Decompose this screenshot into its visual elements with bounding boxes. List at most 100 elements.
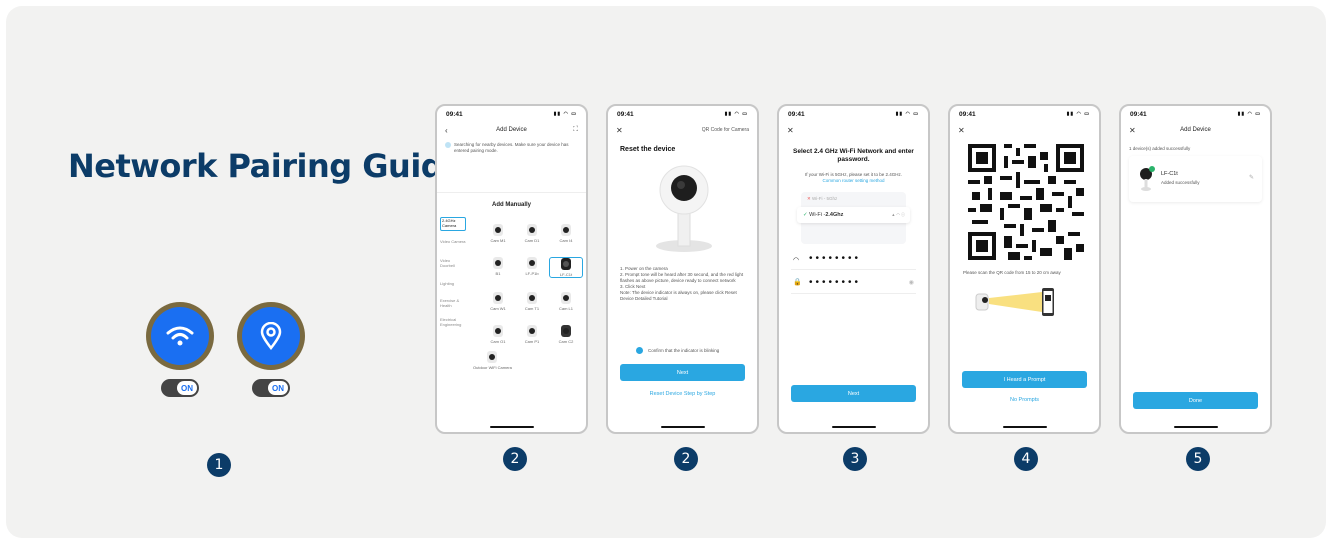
- device-status: Added successfully: [1161, 180, 1200, 185]
- step-badge: 4: [1014, 447, 1038, 471]
- location-toggle[interactable]: ON: [252, 379, 290, 397]
- nav-title: Add Device: [496, 127, 527, 133]
- confirm-label: Confirm that the indicator is blinking: [648, 348, 720, 353]
- eye-icon[interactable]: ◉: [909, 279, 914, 286]
- camera-icon: [1140, 166, 1155, 191]
- nav-bar: ✕ Add Device: [1121, 122, 1270, 138]
- phone-reset-device: 09:41 ▮▮ ◠ ▭ ✕ QR Code for Camera Reset t…: [606, 104, 759, 434]
- edit-icon[interactable]: ✎: [1249, 174, 1254, 181]
- camera-icon: [492, 292, 504, 306]
- add-manually-heading: Add Manually: [491, 202, 531, 208]
- camera-icon: [486, 351, 498, 365]
- camera-illustration: [656, 165, 712, 252]
- no-prompt-link[interactable]: No Prompts: [950, 397, 1099, 403]
- device-grid: Cam M1 Cam D1 Cam I4 B1 LF-P1b LF-C1t Ca…: [481, 224, 583, 344]
- category-tab[interactable]: Video Doorbell: [440, 258, 466, 269]
- close-icon[interactable]: ✕: [1129, 126, 1136, 135]
- next-button[interactable]: Next: [620, 364, 745, 381]
- camera-icon: [526, 257, 538, 271]
- divider: [437, 192, 586, 193]
- camera-icon: [492, 257, 504, 271]
- nav-bar: ✕: [950, 122, 1099, 138]
- scan-icon[interactable]: ⛶: [573, 126, 578, 134]
- close-icon[interactable]: ✕: [787, 126, 794, 135]
- reset-heading: Reset the device: [620, 146, 676, 153]
- device-item[interactable]: Cam D1: [515, 224, 549, 243]
- password-field[interactable]: ••••••••: [809, 277, 861, 288]
- qr-code-icon: [968, 144, 1084, 260]
- device-item[interactable]: Cam T1: [515, 292, 549, 311]
- nav-bar: ‹ Add Device ⛶: [437, 122, 586, 138]
- wifi-info-icon: ▲ ◠ ⓘ: [891, 212, 905, 217]
- device-item[interactable]: Cam I4: [549, 224, 583, 243]
- search-status-icon: [445, 142, 451, 148]
- location-toggle-label: ON: [268, 381, 288, 395]
- camera-icon: [560, 325, 572, 339]
- close-icon[interactable]: ✕: [616, 126, 623, 135]
- location-pin-icon: [260, 322, 282, 350]
- device-item[interactable]: B1: [481, 257, 515, 278]
- router-setting-link[interactable]: Common router setting method: [779, 178, 928, 183]
- device-item[interactable]: LF-P1b: [515, 257, 549, 278]
- wifi-toggle[interactable]: ON: [161, 379, 199, 397]
- reset-steps: 1. Power on the camera 2. Prompt tone wil…: [620, 266, 744, 302]
- lock-icon: 🔒: [793, 279, 802, 286]
- wifi-5g-row[interactable]: ✕ Wi-Fi - 5Ghz: [807, 196, 837, 202]
- category-tab[interactable]: Lighting: [440, 281, 466, 287]
- device-item-selected[interactable]: LF-C1t: [549, 257, 583, 278]
- category-tab[interactable]: Video Camera: [440, 239, 466, 245]
- divider: [791, 293, 916, 294]
- back-icon[interactable]: ‹: [445, 126, 448, 135]
- signal-icon: ▮▮ ◠ ▭: [553, 111, 577, 117]
- camera-icon: [492, 325, 504, 339]
- phone-qr-scan: 09:41 ▮▮ ◠ ▭ ✕ Please scan the QR code f…: [948, 104, 1101, 434]
- home-indicator: [1002, 426, 1047, 428]
- device-item[interactable]: Cam L1: [549, 292, 583, 311]
- wifi-24g-row[interactable]: ✓ Wi-Fi - 2.4Ghz ▲ ◠ ⓘ: [797, 207, 910, 223]
- category-tab[interactable]: Electrical Engineering: [440, 317, 466, 328]
- next-button[interactable]: Next: [791, 385, 916, 402]
- phone-wifi-setup: 09:41 ▮▮ ◠ ▭ ✕ Select 2.4 GHz Wi-Fi Netwo…: [777, 104, 930, 434]
- device-item[interactable]: Cam M1: [481, 224, 515, 243]
- status-bar: 09:41 ▮▮ ◠ ▭: [608, 106, 757, 122]
- device-item[interactable]: Cam W1: [481, 292, 515, 311]
- confirm-checkbox[interactable]: [636, 347, 643, 354]
- device-item[interactable]: Cam P1: [515, 325, 549, 344]
- device-item[interactable]: Cam C2: [549, 325, 583, 344]
- status-time: 09:41: [446, 110, 463, 118]
- status-bar: 09:41 ▮▮ ◠ ▭: [779, 106, 928, 122]
- nav-title: Add Device: [1180, 127, 1211, 133]
- category-tab[interactable]: Exercise & Health: [440, 298, 466, 309]
- signal-icon: ▮▮ ◠ ▭: [1066, 111, 1090, 117]
- home-indicator: [1173, 426, 1218, 428]
- page-title: Network Pairing Guide: [68, 147, 465, 185]
- home-indicator: [831, 426, 876, 428]
- category-tab-camera[interactable]: 2.4GHz Camera: [440, 217, 466, 231]
- signal-icon: ▮▮ ◠ ▭: [1237, 111, 1261, 117]
- device-card[interactable]: LF-C1t Added successfully ✎: [1129, 156, 1262, 202]
- wifi-permission: [146, 302, 214, 370]
- close-icon[interactable]: ✕: [958, 126, 965, 135]
- reset-tutorial-link[interactable]: Reset Device Step by Step: [608, 391, 757, 397]
- nav-bar: ✕: [779, 122, 928, 138]
- ssid-field[interactable]: ••••••••: [809, 253, 861, 264]
- device-item[interactable]: Cam O1: [481, 325, 515, 344]
- search-notice: Searching for nearby devices. Make sure …: [454, 142, 569, 154]
- scan-distance-illustration: [975, 288, 1054, 316]
- status-time: 09:41: [617, 110, 634, 118]
- step-badge: 3: [843, 447, 867, 471]
- device-item-outdoor[interactable]: Outdoor WiFi Camera: [473, 351, 512, 370]
- camera-icon: [526, 292, 538, 306]
- home-indicator: [489, 426, 534, 428]
- device-name: LF-C1t: [1161, 171, 1178, 177]
- status-time: 09:41: [788, 110, 805, 118]
- camera-icon: [492, 224, 504, 238]
- camera-icon: [526, 325, 538, 339]
- camera-icon: [526, 224, 538, 238]
- wifi-list: ✕ Wi-Fi - 5Ghz ✓ Wi-Fi - 2.4Ghz ▲ ◠ ⓘ: [797, 192, 910, 244]
- done-button[interactable]: Done: [1133, 392, 1258, 409]
- status-bar: 09:41 ▮▮ ◠ ▭: [437, 106, 586, 122]
- check-icon: ✓: [803, 212, 808, 218]
- step-badge: 1: [207, 453, 231, 477]
- heard-prompt-button[interactable]: I Heard a Prompt: [962, 371, 1087, 388]
